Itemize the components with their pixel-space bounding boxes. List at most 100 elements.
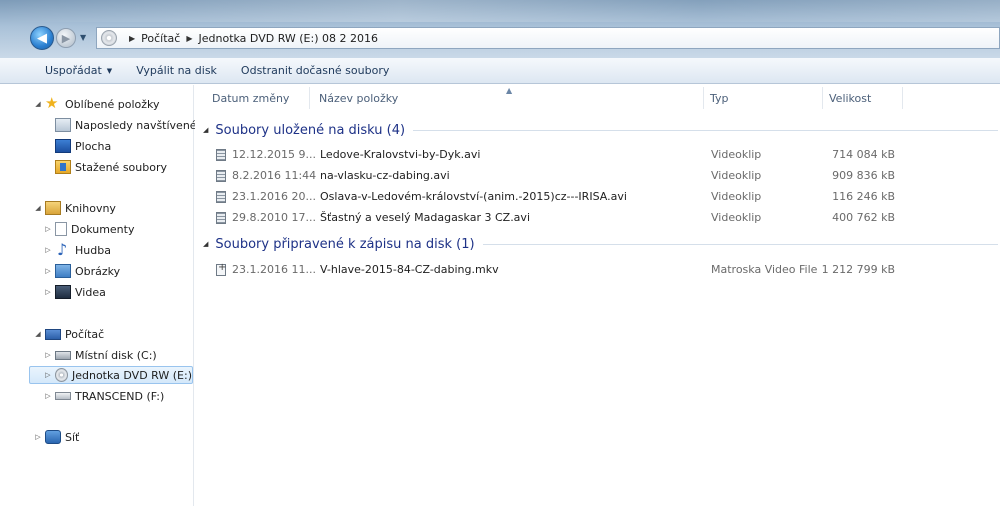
table-row[interactable]: 23.1.2016 20... Oslava-v-Ledovém-královs… [195,187,1000,207]
expand-arrow-icon[interactable]: ▷ [33,433,43,441]
forward-arrow-icon: ▶ [61,31,71,45]
nav-item-pictures[interactable]: ▷ Obrázky [43,262,120,280]
nav-item-label: Videa [75,285,106,299]
column-divider[interactable] [902,87,903,109]
cell-name: Šťastný a veselý Madagaskar 3 CZ.avi [320,211,530,224]
libraries-folder-icon [45,201,61,215]
pictures-icon [55,264,71,278]
cell-date: 12.12.2015 9... [232,148,316,161]
nav-item-dvd-drive[interactable]: ▷ Jednotka DVD RW (E:) [29,366,193,384]
cell-type: Videoklip [711,148,762,161]
column-header-size[interactable]: Velikost [829,85,871,111]
local-disk-icon [55,350,71,360]
cell-date: 23.1.2016 11... [232,263,316,276]
group-title: Soubory uložené na disku (4) [215,122,406,138]
usb-drive-icon [55,392,71,400]
group-divider [482,243,998,245]
column-divider[interactable] [309,87,310,109]
nav-item-recent-places[interactable]: Naposledy navštívené [53,116,197,134]
expand-arrow-icon[interactable]: ▷ [43,371,53,379]
cell-size: 714 084 kB [832,148,895,161]
documents-icon [55,222,67,236]
desktop-icon [55,139,71,153]
dvd-drive-icon [54,368,68,382]
expand-arrow-icon[interactable]: ▷ [43,246,53,254]
nav-item-label: Plocha [75,139,112,153]
nav-item-label: Místní disk (C:) [75,348,157,362]
column-header-type[interactable]: Typ [710,85,729,111]
group-header-to-burn[interactable]: ◢ Soubory připravené k zápisu na disk (1… [203,234,998,254]
recent-places-icon [55,118,71,132]
group-header-on-disc[interactable]: ◢ Soubory uložené na disku (4) [203,120,998,140]
navigation-pane: ◢ Oblíbené položky Naposledy navštívené … [27,85,197,506]
cell-name: Ledove-Kralovstvi-by-Dyk.avi [320,148,481,161]
organize-label: Uspořádat [45,64,102,77]
downloads-icon [55,160,71,174]
forward-button[interactable]: ▶ [56,28,76,48]
table-row[interactable]: 23.1.2016 11... V-hlave-2015-84-CZ-dabin… [195,260,1000,280]
expand-arrow-icon[interactable]: ▷ [43,225,53,233]
cell-size: 400 762 kB [832,211,895,224]
nav-item-documents[interactable]: ▷ Dokumenty [43,220,134,238]
nav-item-local-disk[interactable]: ▷ Místní disk (C:) [43,346,157,364]
collapse-arrow-icon[interactable]: ◢ [33,204,43,212]
video-file-icon [216,149,226,161]
nav-computer[interactable]: ◢ Počítač [33,325,104,343]
group-divider [413,129,998,131]
nav-item-transcend[interactable]: ▷ TRANSCEND (F:) [43,387,164,405]
burn-to-disc-button[interactable]: Vypálit na disk [136,64,217,77]
organize-button[interactable]: Uspořádat ▼ [45,64,112,77]
nav-item-label: Dokumenty [71,222,135,236]
column-divider[interactable] [822,87,823,109]
sort-ascending-icon: ▲ [506,86,513,95]
cell-size: 116 246 kB [832,190,895,203]
collapse-arrow-icon[interactable]: ◢ [203,240,208,248]
breadcrumb-computer[interactable]: Počítač [141,32,180,45]
nav-item-desktop[interactable]: Plocha [53,137,111,155]
nav-libraries[interactable]: ◢ Knihovny [33,199,116,217]
file-list: Datum změny Název položky ▲ Typ Velikost… [195,85,1000,506]
collapse-arrow-icon[interactable]: ◢ [33,100,43,108]
delete-temporary-files-button[interactable]: Odstranit dočasné soubory [241,64,389,77]
cell-size: 1 212 799 kB [821,263,895,276]
table-row[interactable]: 8.2.2016 11:44 na-vlasku-cz-dabing.avi V… [195,166,1000,186]
nav-item-label: Hudba [75,243,111,257]
chevron-down-icon: ▼ [106,66,113,75]
table-row[interactable]: 12.12.2015 9... Ledove-Kralovstvi-by-Dyk… [195,145,1000,165]
column-header-date[interactable]: Datum změny [212,85,289,111]
expand-arrow-icon[interactable]: ▷ [43,267,53,275]
cell-type: Videoklip [711,169,762,182]
expand-arrow-icon[interactable]: ▷ [43,351,53,359]
computer-icon [45,328,61,340]
nav-favorites-label: Oblíbené položky [65,97,160,111]
recent-pages-dropdown[interactable]: ▼ [80,33,86,42]
breadcrumb-dvd-drive[interactable]: Jednotka DVD RW (E:) 08 2 2016 [199,32,378,45]
cell-type: Videoklip [711,211,762,224]
cell-size: 909 836 kB [832,169,895,182]
address-bar[interactable]: ▶ Počítač ▶ Jednotka DVD RW (E:) 08 2 20… [96,27,1000,49]
collapse-arrow-icon[interactable]: ◢ [203,126,208,134]
group-title: Soubory připravené k zápisu na disk (1) [215,236,475,252]
nav-item-downloads[interactable]: Stažené soubory [53,158,167,176]
nav-favorites[interactable]: ◢ Oblíbené položky [33,94,160,113]
breadcrumb-chevron-icon[interactable]: ▶ [186,34,192,43]
nav-item-music[interactable]: ▷ Hudba [43,240,111,259]
nav-network[interactable]: ▷ Síť [33,428,79,446]
column-divider[interactable] [703,87,704,109]
column-header-name[interactable]: Název položky [319,85,398,111]
breadcrumb-chevron-icon[interactable]: ▶ [129,34,135,43]
expand-arrow-icon[interactable]: ▷ [43,288,53,296]
expand-arrow-icon[interactable]: ▷ [43,392,53,400]
mkv-file-icon [216,262,226,276]
command-toolbar: Uspořádat ▼ Vypálit na disk Odstranit do… [0,58,1000,84]
music-icon [55,240,71,259]
collapse-arrow-icon[interactable]: ◢ [33,330,43,338]
window-titlebar: ◀ ▶ ▼ ▶ Počítač ▶ Jednotka DVD RW (E:) 0… [0,0,1000,58]
table-row[interactable]: 29.8.2010 17... Šťastný a veselý Madagas… [195,208,1000,228]
back-button[interactable]: ◀ [30,26,54,50]
dvd-drive-icon [101,30,117,46]
video-file-icon [216,212,226,224]
nav-item-label: Stažené soubory [75,160,167,174]
nav-item-videos[interactable]: ▷ Videa [43,283,106,301]
nav-item-label: Obrázky [75,264,121,278]
